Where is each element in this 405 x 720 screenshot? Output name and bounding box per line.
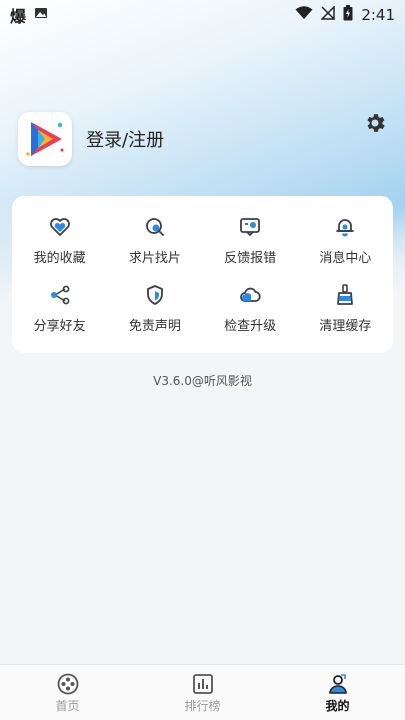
feature-menu-card: 我的收藏 求片找片 反馈报错 消息中心 分享好友 免责声明 检查升级 清理缓存 bbox=[12, 196, 393, 353]
tab-label: 排行榜 bbox=[184, 698, 221, 713]
login-register-link[interactable]: 登录/注册 bbox=[86, 126, 164, 152]
menu-item-label: 反馈报错 bbox=[224, 250, 277, 266]
broom-icon bbox=[337, 284, 354, 306]
menu-item-label: 消息中心 bbox=[319, 250, 372, 266]
tab-mine[interactable]: 我的 bbox=[270, 665, 405, 720]
no-signal-icon bbox=[320, 5, 336, 24]
gear-icon bbox=[367, 114, 385, 132]
image-notification-icon bbox=[34, 6, 48, 24]
notification-app-icon: 爆 bbox=[10, 7, 27, 26]
film-reel-icon bbox=[57, 673, 78, 694]
bell-icon bbox=[336, 218, 355, 237]
app-logo bbox=[18, 112, 72, 166]
cloud-upgrade-icon bbox=[240, 287, 261, 303]
menu-item-clear-cache[interactable]: 清理缓存 bbox=[298, 275, 393, 344]
tab-label: 我的 bbox=[325, 698, 350, 713]
menu-item-label: 检查升级 bbox=[224, 319, 277, 335]
wifi-icon bbox=[295, 6, 313, 24]
menu-item-label: 免责声明 bbox=[128, 319, 181, 335]
menu-item-disclaimer[interactable]: 免责声明 bbox=[107, 275, 202, 344]
menu-item-check-update[interactable]: 检查升级 bbox=[203, 275, 298, 344]
tab-home[interactable]: 首页 bbox=[0, 665, 135, 720]
menu-item-feedback[interactable]: 反馈报错 bbox=[203, 206, 298, 275]
clock: 2:41 bbox=[361, 6, 395, 24]
menu-item-request-film[interactable]: 求片找片 bbox=[107, 206, 202, 275]
bottom-tab-bar: 首页 排行榜 我的 bbox=[0, 664, 405, 720]
menu-item-label: 求片找片 bbox=[128, 250, 181, 266]
profile-icon bbox=[328, 673, 347, 694]
tab-ranking[interactable]: 排行榜 bbox=[135, 665, 270, 720]
feedback-icon bbox=[240, 217, 261, 237]
version-text: V3.6.0@听风影视 bbox=[153, 374, 252, 388]
heart-icon bbox=[49, 217, 70, 236]
share-icon bbox=[50, 285, 70, 305]
menu-item-label: 分享好友 bbox=[33, 319, 86, 335]
battery-icon bbox=[343, 5, 353, 25]
settings-button[interactable] bbox=[362, 110, 388, 136]
bar-chart-icon bbox=[192, 673, 213, 694]
search-film-icon bbox=[145, 217, 164, 236]
menu-item-messages[interactable]: 消息中心 bbox=[298, 206, 393, 275]
menu-item-share[interactable]: 分享好友 bbox=[12, 275, 107, 344]
status-bar: 爆 2:41 bbox=[0, 0, 405, 30]
shield-icon bbox=[146, 285, 163, 306]
profile-header[interactable]: 登录/注册 bbox=[18, 112, 164, 166]
menu-item-label: 我的收藏 bbox=[33, 250, 86, 266]
menu-item-favorites[interactable]: 我的收藏 bbox=[12, 206, 107, 275]
menu-item-label: 清理缓存 bbox=[319, 319, 372, 335]
tab-label: 首页 bbox=[55, 698, 80, 713]
